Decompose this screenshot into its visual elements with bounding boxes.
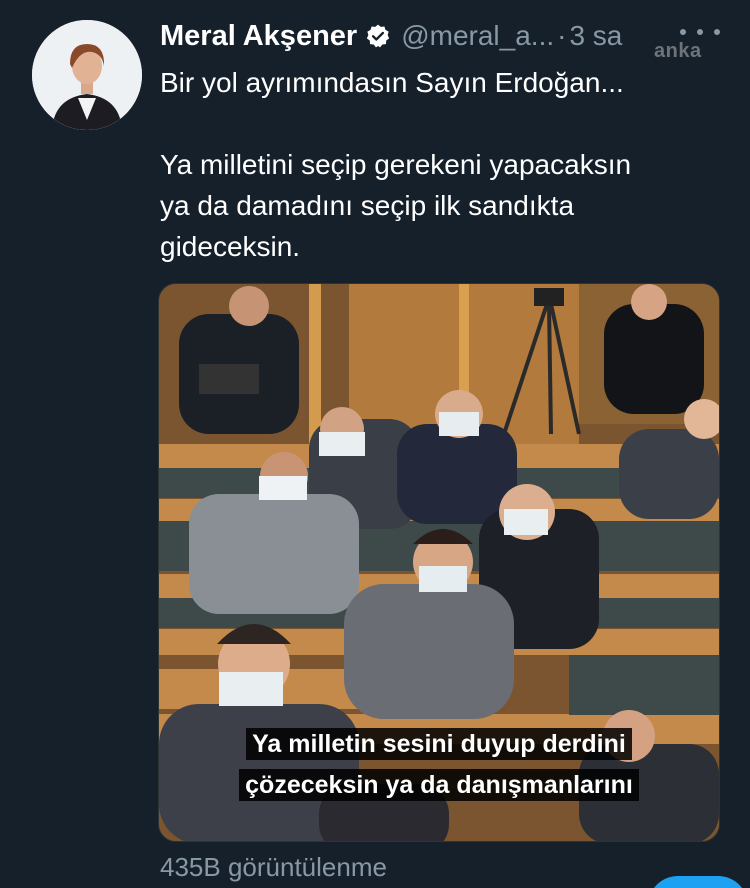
tweet-card[interactable]: Meral Akşener @meral_a... · 3 sa anka Bi… <box>0 0 750 888</box>
separator-dot: · <box>557 20 567 51</box>
video-caption-line: çözeceksin ya da danışmanlarını <box>159 769 719 801</box>
avatar[interactable] <box>32 20 142 130</box>
author-name[interactable]: Meral Akşener <box>160 20 357 53</box>
verified-badge-icon <box>365 23 391 49</box>
author-handle[interactable]: @meral_a... <box>401 20 554 52</box>
tweet-video[interactable]: Ya milletin sesini duyup derdini çözecek… <box>158 283 720 842</box>
more-options-icon[interactable] <box>680 22 720 42</box>
tweet-text-line: Bir yol ayrımındasın Sayın Erdoğan... <box>160 67 624 98</box>
watermark-logo: anka <box>654 40 702 62</box>
video-caption-line: Ya milletin sesini duyup derdini <box>159 728 719 760</box>
tweet-text-line: Ya milletini seçip gerekeni yapacaksın <box>160 149 632 180</box>
tweet-text-line: gideceksin. <box>160 231 301 262</box>
tweet-header: Meral Akşener @meral_a... · 3 sa <box>160 16 622 56</box>
view-count: 435B görüntülenme <box>160 852 387 882</box>
compose-button[interactable] <box>648 876 748 888</box>
tweet-text-line: ya da damadını seçip ilk sandıkta <box>160 190 575 221</box>
tweet-timestamp[interactable]: 3 sa <box>569 20 622 52</box>
